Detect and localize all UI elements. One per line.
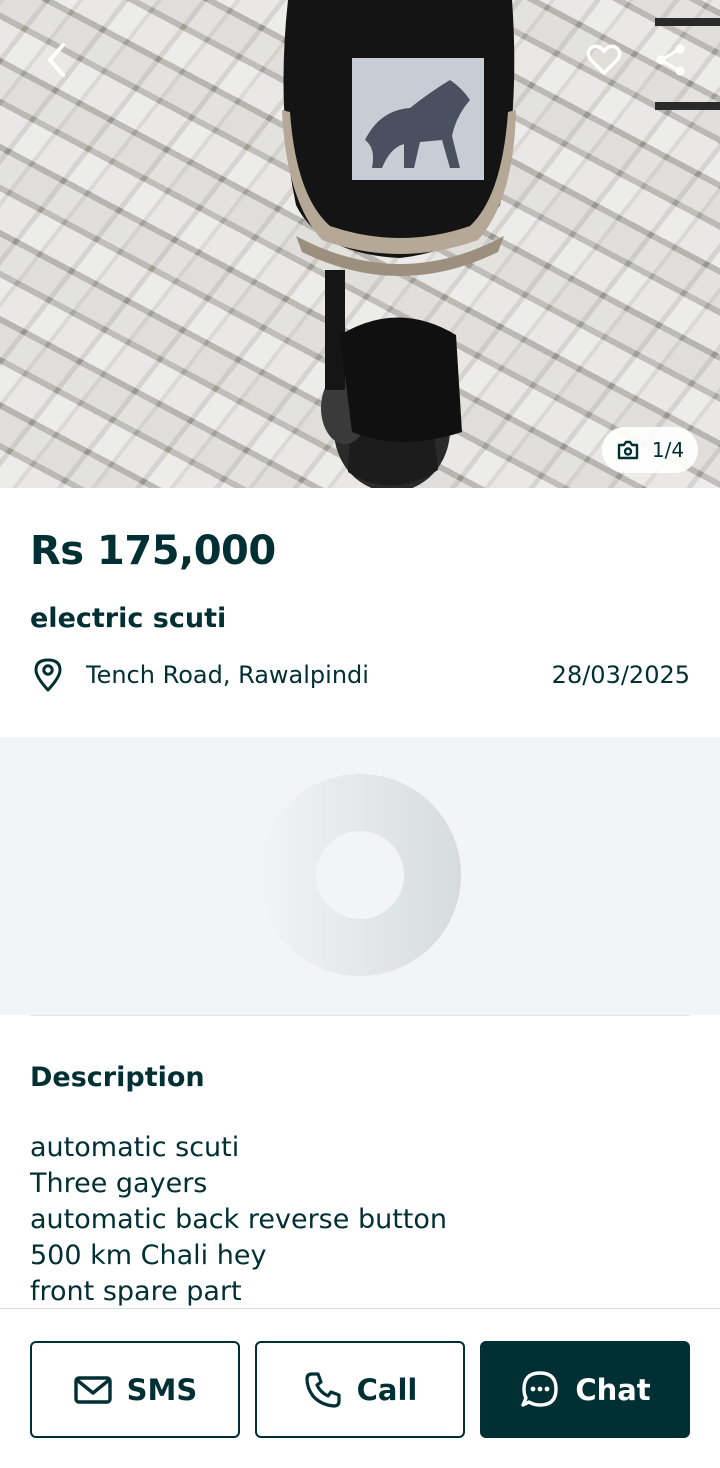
sms-label: SMS: [126, 1372, 198, 1407]
listing-price: Rs 175,000: [30, 528, 276, 574]
phone-icon: [305, 1371, 341, 1408]
description-body: automatic scuti Three gayers automatic b…: [30, 1130, 690, 1310]
call-button[interactable]: Call: [255, 1341, 465, 1438]
back-button[interactable]: [34, 38, 78, 82]
location-pin-icon: [34, 658, 62, 692]
chat-label: Chat: [575, 1372, 651, 1407]
divider: [30, 1015, 690, 1016]
description-line: front spare part: [30, 1276, 242, 1307]
share-icon: [656, 44, 685, 76]
listing-title: electric scuti: [30, 603, 227, 634]
mail-icon: [73, 1375, 112, 1404]
listing-location: Tench Road, Rawalpindi: [86, 661, 369, 689]
description-line: automatic scuti: [30, 1132, 240, 1163]
listing-date: 28/03/2025: [551, 661, 690, 689]
camera-icon: [617, 440, 639, 460]
chat-bubble-icon: [521, 1370, 559, 1407]
sms-button[interactable]: SMS: [30, 1341, 240, 1438]
photo-counter-text: 1/4: [651, 438, 685, 462]
call-label: Call: [356, 1372, 418, 1407]
heart-icon: [586, 44, 622, 75]
share-button[interactable]: [648, 38, 692, 82]
listing-photo[interactable]: 1/4: [0, 0, 720, 488]
description-line: 500 km Chali hey: [30, 1240, 267, 1271]
location-row: Tench Road, Rawalpindi 28/03/2025: [30, 655, 690, 695]
description-line: automatic back reverse button: [30, 1204, 447, 1235]
photo-counter: 1/4: [602, 427, 698, 473]
map-placeholder[interactable]: [0, 737, 720, 1015]
chevron-left-icon: [48, 43, 65, 77]
chat-button[interactable]: Chat: [480, 1341, 690, 1438]
action-bar: SMS Call Chat: [0, 1308, 720, 1468]
description-line: Three gayers: [30, 1168, 208, 1199]
favorite-button[interactable]: [582, 38, 626, 82]
loading-spinner: [259, 774, 461, 976]
description-heading: Description: [30, 1062, 205, 1093]
